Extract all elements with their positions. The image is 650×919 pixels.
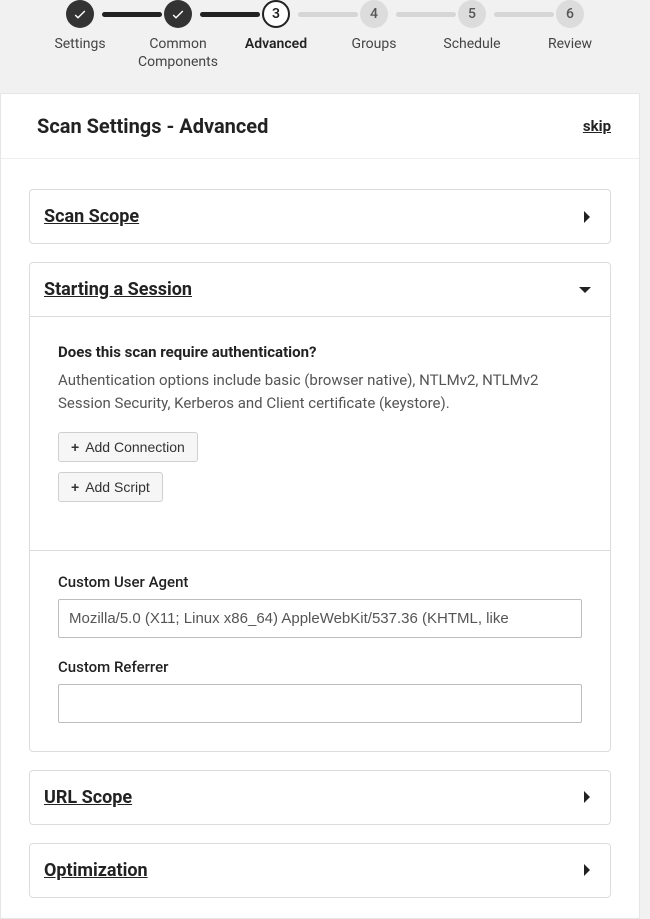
page-title: Scan Settings - Advanced [37, 114, 268, 138]
button-label: Add Connection [85, 439, 185, 455]
step-advanced[interactable]: 3 Advanced [230, 0, 322, 54]
step-label: Advanced [245, 36, 307, 54]
check-icon [170, 6, 186, 22]
auth-section: Does this scan require authentication? A… [30, 317, 610, 550]
panel-body: Does this scan require authentication? A… [30, 316, 610, 751]
step-schedule[interactable]: 5 Schedule [426, 0, 518, 54]
auth-question: Does this scan require authentication? [58, 343, 582, 361]
panel-starting-session: Starting a Session Does this scan requir… [29, 262, 611, 752]
card-header: Scan Settings - Advanced skip [1, 94, 639, 158]
chevron-down-icon [578, 285, 592, 295]
step-label: Settings [54, 36, 105, 54]
chevron-right-icon [582, 210, 592, 224]
step-common-components[interactable]: Common Components [132, 0, 224, 71]
step-connector [396, 12, 456, 17]
step-connector [200, 12, 260, 17]
plus-icon: + [71, 439, 79, 455]
add-connection-button[interactable]: + Add Connection [58, 432, 198, 462]
custom-user-agent-input[interactable] [58, 599, 582, 638]
step-circle-future: 6 [556, 0, 584, 28]
step-circle-future: 5 [458, 0, 486, 28]
chevron-right-icon [582, 790, 592, 804]
panel-header-url-scope[interactable]: URL Scope [30, 771, 610, 824]
step-connector [102, 12, 162, 17]
custom-headers-section: Custom User Agent Custom Referrer [30, 550, 610, 751]
step-connector [494, 12, 554, 17]
plus-icon: + [71, 479, 79, 495]
step-label: Review [548, 36, 592, 54]
step-circle-done [164, 0, 192, 28]
skip-link[interactable]: skip [583, 117, 611, 135]
step-label: Schedule [443, 36, 500, 54]
step-circle-future: 4 [360, 0, 388, 28]
check-icon [72, 6, 88, 22]
panel-header-scan-scope[interactable]: Scan Scope [30, 190, 610, 243]
auth-description: Authentication options include basic (br… [58, 369, 582, 416]
step-review[interactable]: 6 Review [524, 0, 616, 54]
step-settings[interactable]: Settings [34, 0, 126, 54]
step-circle-done [66, 0, 94, 28]
panel-title: Scan Scope [44, 206, 139, 227]
sections: Scan Scope Starting a Session Does this … [1, 158, 639, 918]
settings-card: Scan Settings - Advanced skip Scan Scope… [0, 93, 640, 919]
panel-scan-scope: Scan Scope [29, 189, 611, 244]
panel-title: Optimization [44, 860, 148, 881]
panel-header-starting-session[interactable]: Starting a Session [30, 263, 610, 316]
button-label: Add Script [85, 479, 150, 495]
panel-title: Starting a Session [44, 279, 192, 300]
stepper: Settings Common Components 3 Advanced 4 … [0, 0, 650, 71]
custom-referrer-label: Custom Referrer [58, 658, 582, 676]
panel-optimization: Optimization [29, 843, 611, 898]
panel-header-optimization[interactable]: Optimization [30, 844, 610, 897]
step-circle-current: 3 [262, 0, 290, 28]
panel-title: URL Scope [44, 787, 132, 808]
step-groups[interactable]: 4 Groups [328, 0, 420, 54]
step-label: Common Components [132, 36, 224, 71]
custom-referrer-input[interactable] [58, 684, 582, 723]
add-script-button[interactable]: + Add Script [58, 472, 163, 502]
step-label: Groups [352, 36, 397, 54]
panel-url-scope: URL Scope [29, 770, 611, 825]
step-connector [298, 12, 358, 17]
custom-user-agent-label: Custom User Agent [58, 573, 582, 591]
chevron-right-icon [582, 863, 592, 877]
